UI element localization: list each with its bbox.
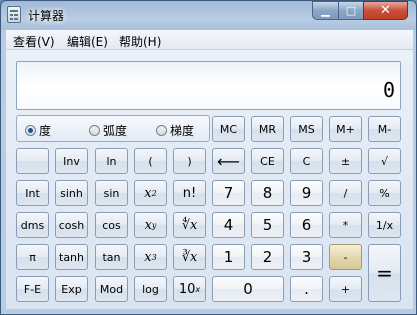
equals-button[interactable]: =: [368, 244, 401, 302]
digit-7-button[interactable]: 7: [212, 180, 245, 206]
exp-button[interactable]: Exp: [55, 276, 88, 302]
dms-button[interactable]: dms: [16, 212, 49, 238]
radio-unselected-icon: [156, 125, 167, 136]
digit-5-button[interactable]: 5: [251, 212, 284, 238]
cos-button[interactable]: cos: [95, 212, 128, 238]
m-minus-button[interactable]: M-: [368, 116, 401, 142]
mr-button[interactable]: MR: [251, 116, 284, 142]
title-bar[interactable]: 计算器 ▁ □ ✕: [1, 1, 416, 29]
digit-1-button[interactable]: 1: [212, 244, 245, 270]
x-power-y-exponent: y: [151, 220, 157, 230]
digit-0-button[interactable]: 0: [212, 276, 284, 302]
ln-button[interactable]: ln: [95, 148, 128, 174]
close-button[interactable]: ✕: [363, 1, 408, 20]
x-cubed-exponent: 3: [151, 252, 157, 262]
x-squared-button[interactable]: x2: [134, 180, 167, 206]
cube-root-button[interactable]: ∛x: [173, 244, 206, 270]
radio-gradians-label: 梯度: [170, 124, 195, 138]
result-display: 0: [16, 61, 401, 110]
angle-mode-group: 度 弧度 梯度: [16, 115, 210, 142]
c-button[interactable]: C: [290, 148, 323, 174]
sqrt-button[interactable]: √: [368, 148, 401, 174]
x-squared-exponent: 2: [151, 188, 157, 198]
radio-degrees-label: 度: [39, 124, 52, 138]
digit-8-button[interactable]: 8: [251, 180, 284, 206]
digit-2-button[interactable]: 2: [251, 244, 284, 270]
log-button[interactable]: log: [134, 276, 167, 302]
radio-selected-icon: [25, 125, 36, 136]
maximize-icon: □: [345, 4, 357, 17]
multiply-button[interactable]: *: [329, 212, 362, 238]
m-plus-button[interactable]: M+: [329, 116, 362, 142]
radio-unselected-icon: [89, 125, 100, 136]
ce-button[interactable]: CE: [251, 148, 284, 174]
calculator-body: 0 度 弧度 梯度 MC MR MS M+ M- Inv ln ( ) ⟵ CE…: [6, 50, 413, 309]
window-title: 计算器: [28, 9, 65, 23]
digit-4-button[interactable]: 4: [212, 212, 245, 238]
calculator-window: 计算器 ▁ □ ✕ 查看(V) 编辑(E) 帮助(H) 0 度 弧度 梯度 MC…: [0, 0, 417, 315]
divide-button[interactable]: /: [329, 180, 362, 206]
mc-button[interactable]: MC: [212, 116, 245, 142]
display-value: 0: [382, 78, 395, 102]
factorial-button[interactable]: n!: [173, 180, 206, 206]
radio-gradians[interactable]: 梯度: [156, 122, 194, 139]
minimize-button[interactable]: ▁: [312, 1, 339, 20]
x-cubed-base: x: [144, 249, 152, 265]
calculator-app-icon: [7, 6, 21, 23]
ms-button[interactable]: MS: [290, 116, 323, 142]
negate-button[interactable]: ±: [329, 148, 362, 174]
inv-button[interactable]: Inv: [55, 148, 88, 174]
sin-button[interactable]: sin: [95, 180, 128, 206]
cosh-button[interactable]: cosh: [55, 212, 88, 238]
blank-button: [16, 148, 49, 174]
sinh-button[interactable]: sinh: [55, 180, 88, 206]
ten-power-exponent: x: [195, 284, 201, 294]
int-button[interactable]: Int: [16, 180, 49, 206]
x-power-y-base: x: [144, 217, 152, 233]
percent-button[interactable]: %: [368, 180, 401, 206]
backspace-button[interactable]: ⟵: [212, 148, 245, 174]
left-paren-button[interactable]: (: [134, 148, 167, 174]
maximize-button[interactable]: □: [338, 1, 364, 20]
radio-radians[interactable]: 弧度: [89, 122, 127, 139]
decimal-button[interactable]: .: [290, 276, 323, 302]
right-paren-button[interactable]: ): [173, 148, 206, 174]
radio-degrees[interactable]: 度: [25, 122, 51, 139]
digit-3-button[interactable]: 3: [290, 244, 323, 270]
radio-radians-label: 弧度: [103, 124, 128, 138]
subtract-button[interactable]: -: [329, 244, 362, 270]
mod-button[interactable]: Mod: [95, 276, 128, 302]
x-cubed-button[interactable]: x3: [134, 244, 167, 270]
fe-button[interactable]: F-E: [16, 276, 49, 302]
menu-edit[interactable]: 编辑(E): [67, 33, 108, 50]
tanh-button[interactable]: tanh: [55, 244, 88, 270]
minimize-icon: ▁: [321, 4, 330, 17]
ten-power-base: 10: [178, 281, 196, 297]
menu-help[interactable]: 帮助(H): [119, 33, 161, 50]
reciprocal-button[interactable]: 1/x: [368, 212, 401, 238]
menu-view[interactable]: 查看(V): [13, 33, 55, 50]
ten-power-x-button[interactable]: 10 x: [173, 276, 206, 302]
digit-9-button[interactable]: 9: [290, 180, 323, 206]
add-button[interactable]: +: [329, 276, 362, 302]
tan-button[interactable]: tan: [95, 244, 128, 270]
y-root-button[interactable]: ∜x: [173, 212, 206, 238]
x-squared-base: x: [144, 185, 152, 201]
digit-6-button[interactable]: 6: [290, 212, 323, 238]
x-power-y-button[interactable]: xy: [134, 212, 167, 238]
backspace-icon: ⟵: [217, 151, 240, 171]
pi-button[interactable]: π: [16, 244, 49, 270]
close-icon: ✕: [380, 3, 391, 18]
menu-bar: 查看(V) 编辑(E) 帮助(H): [6, 30, 413, 50]
